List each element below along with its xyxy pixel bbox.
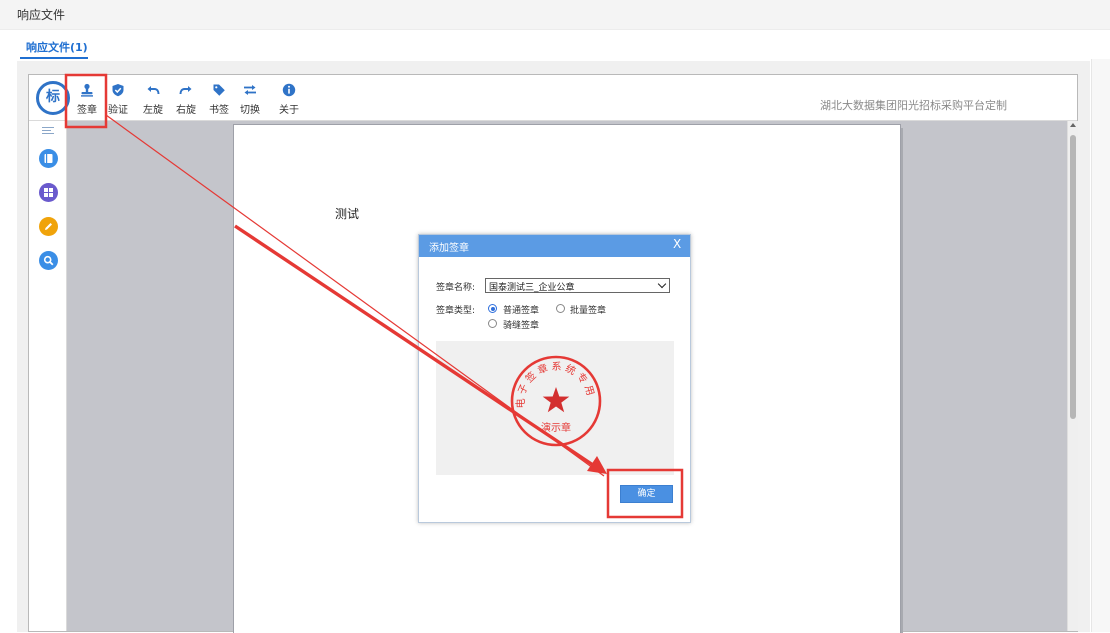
vertical-scrollbar[interactable] (1067, 121, 1078, 631)
radio-straddle-seal[interactable] (488, 319, 497, 328)
rotate-right-icon (179, 86, 192, 95)
confirm-button[interactable]: 确定 (620, 485, 673, 503)
annotate-button[interactable] (39, 217, 58, 236)
right-panel-edge (1091, 59, 1110, 632)
info-icon (282, 83, 296, 97)
add-seal-dialog: 添加签章 X 签章名称: 国泰测试三_企业公章 签章类型: 普通签章 批量签章 … (418, 234, 691, 523)
normal-seal-label: 普通签章 (503, 306, 540, 316)
tag-icon (213, 84, 225, 96)
book-icon (44, 154, 53, 163)
dialog-header: 添加签章 X (419, 235, 690, 257)
dialog-title: 添加签章 (429, 243, 469, 254)
straddle-seal-label: 骑缝签章 (503, 321, 540, 331)
thumbnails-button[interactable] (39, 149, 58, 168)
seal-preview: 电子签章系统专用 演示章 (436, 341, 674, 475)
stamp-label: 签章 (77, 105, 97, 116)
seal-name-select[interactable]: 国泰测试三_企业公章 (485, 278, 670, 293)
tab-bar: 响应文件(1) (0, 31, 1110, 59)
close-icon[interactable]: X (673, 237, 681, 251)
swap-icon (244, 85, 256, 95)
scroll-up-icon[interactable] (1070, 123, 1076, 127)
viewer-toolbar: 标 签章 验证 左旋 右旋 书签 切换 关于 湖北大数据集团阳光招标采购平台定制 (29, 75, 1077, 121)
brand-text: 湖北大数据集团阳光招标采购平台定制 (820, 99, 1007, 112)
chevron-down-icon (657, 279, 667, 289)
seal-type-label: 签章类型: (436, 306, 476, 316)
switch-button[interactable]: 切换 (235, 83, 265, 116)
verify-button[interactable]: 验证 (103, 83, 133, 116)
grid-icon (44, 188, 53, 197)
about-button[interactable]: 关于 (274, 83, 304, 116)
bookmark-button[interactable]: 书签 (204, 83, 234, 116)
viewer-sidebar (29, 121, 67, 631)
bookmark-label: 书签 (209, 105, 229, 116)
switch-label: 切换 (240, 105, 260, 116)
seal-name-value: 国泰测试三_企业公章 (489, 283, 575, 293)
active-tab-indicator (20, 57, 88, 59)
seal-bottom-text: 演示章 (541, 421, 571, 434)
about-label: 关于 (279, 105, 299, 116)
logo-icon: 标 (36, 81, 70, 115)
tab-response-file[interactable]: 响应文件(1) (26, 39, 88, 55)
batch-seal-label: 批量签章 (570, 306, 607, 316)
scrollbar-thumb[interactable] (1070, 135, 1076, 419)
radio-normal-seal[interactable] (488, 304, 497, 313)
rotate-left-icon (147, 86, 160, 95)
seal-name-label: 签章名称: (436, 283, 476, 293)
stamp-icon (81, 83, 93, 97)
page-title: 响应文件 (17, 8, 66, 22)
shield-check-icon (112, 84, 124, 97)
document-text: 测试 (335, 207, 360, 221)
pencil-icon (45, 223, 52, 230)
seal-stamp-image: 电子签章系统专用 演示章 (510, 355, 602, 447)
stamp-button[interactable]: 签章 (72, 83, 102, 116)
rotate-right-label: 右旋 (176, 105, 196, 116)
radio-batch-seal[interactable] (556, 304, 565, 313)
verify-label: 验证 (108, 105, 128, 116)
rotate-right-button[interactable]: 右旋 (171, 83, 201, 116)
search-button[interactable] (39, 251, 58, 270)
page-header: 响应文件 (0, 0, 1110, 30)
menu-lines-icon[interactable] (42, 127, 54, 135)
rotate-left-button[interactable]: 左旋 (138, 83, 168, 116)
rotate-left-label: 左旋 (143, 105, 163, 116)
grid-button[interactable] (39, 183, 58, 202)
search-icon (43, 255, 54, 266)
